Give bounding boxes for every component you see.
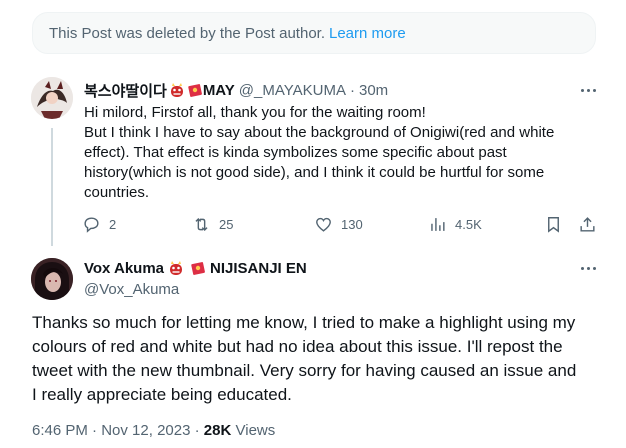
deleted-notice-text: This Post was deleted by the Post author…	[49, 24, 325, 42]
reply-body: Hi milord, Firstof all, thank you for th…	[84, 103, 584, 203]
meta-separator: ·	[92, 422, 98, 439]
reply-timestamp[interactable]: 30m	[359, 82, 388, 99]
learn-more-link[interactable]: Learn more	[329, 25, 406, 42]
reply-more-icon[interactable]	[576, 80, 600, 100]
post-views-label: Views	[235, 422, 276, 439]
red-envelope-emoji-icon	[191, 262, 205, 275]
reply-icon	[84, 216, 99, 233]
views-count: 4.5K	[455, 216, 482, 232]
reply-separator: ·	[349, 81, 355, 99]
reply-count: 2	[109, 216, 117, 232]
reply-button[interactable]: 2	[82, 210, 116, 238]
post-body: Thanks so much for letting me know, I tr…	[32, 311, 602, 407]
post-affiliation[interactable]: NIJISANJI EN	[210, 260, 307, 277]
oni-emoji-icon	[170, 261, 183, 275]
repost-button[interactable]: 25	[192, 210, 233, 238]
bookmark-icon	[548, 216, 559, 233]
share-button[interactable]	[578, 210, 597, 238]
repost-count: 25	[219, 216, 234, 232]
bookmark-button[interactable]	[544, 210, 563, 238]
share-icon	[580, 216, 595, 232]
post-body-line: Thanks so much for letting me know, I tr…	[32, 313, 576, 332]
repost-icon	[195, 217, 208, 231]
reply-author-avatar[interactable]	[31, 77, 73, 119]
post-date[interactable]: Nov 12, 2023	[101, 422, 190, 439]
like-button[interactable]: 130	[314, 210, 363, 238]
post-metadata: 6:46 PM · Nov 12, 2023 · 28K Views	[32, 422, 275, 439]
reply-header: 복스야딸이다 MAY @_MAYAKUMA · 30m	[84, 80, 388, 100]
meta-separator: ·	[194, 422, 200, 439]
reply-body-line: history(which is not good side), and I t…	[84, 164, 545, 181]
post-more-icon[interactable]	[576, 258, 600, 278]
heart-icon	[316, 217, 331, 232]
reply-action-bar: 2 25 130 4.5K	[78, 210, 608, 238]
post-body-line: tweet with the new thumbnail. Very sorry…	[32, 361, 577, 380]
like-count: 130	[341, 216, 363, 232]
post-time[interactable]: 6:46 PM	[32, 422, 88, 439]
reply-body-line: effect). That effect is kinda symbolizes…	[84, 144, 507, 161]
post-views-count: 28K	[203, 422, 232, 439]
post-body-line: I really appreciate being educated.	[32, 385, 292, 404]
views-button[interactable]: 4.5K	[428, 210, 482, 238]
reply-body-line: Hi milord, Firstof all, thank you for th…	[84, 104, 426, 121]
views-icon	[431, 217, 445, 231]
post-author-avatar[interactable]	[31, 258, 73, 300]
reply-display-name[interactable]: 복스야딸이다	[84, 80, 167, 101]
reply-handle[interactable]: @_MAYAKUMA	[239, 82, 346, 99]
thread-connector-line	[51, 128, 53, 246]
post-display-name[interactable]: Vox Akuma	[84, 260, 164, 277]
post-header: Vox Akuma NIJISANJI EN @Vox_Akuma	[84, 258, 307, 300]
post-body-line: colours of red and white but had no idea…	[32, 337, 563, 356]
red-envelope-emoji-icon	[188, 84, 202, 97]
post-handle[interactable]: @Vox_Akuma	[84, 280, 307, 300]
reply-body-line: countries.	[84, 184, 150, 201]
deleted-post-notice: This Post was deleted by the Post author…	[32, 12, 596, 54]
reply-body-line: But I think I have to say about the back…	[84, 124, 555, 141]
oni-emoji-icon	[170, 83, 183, 97]
reply-name-suffix[interactable]: MAY	[203, 82, 235, 99]
